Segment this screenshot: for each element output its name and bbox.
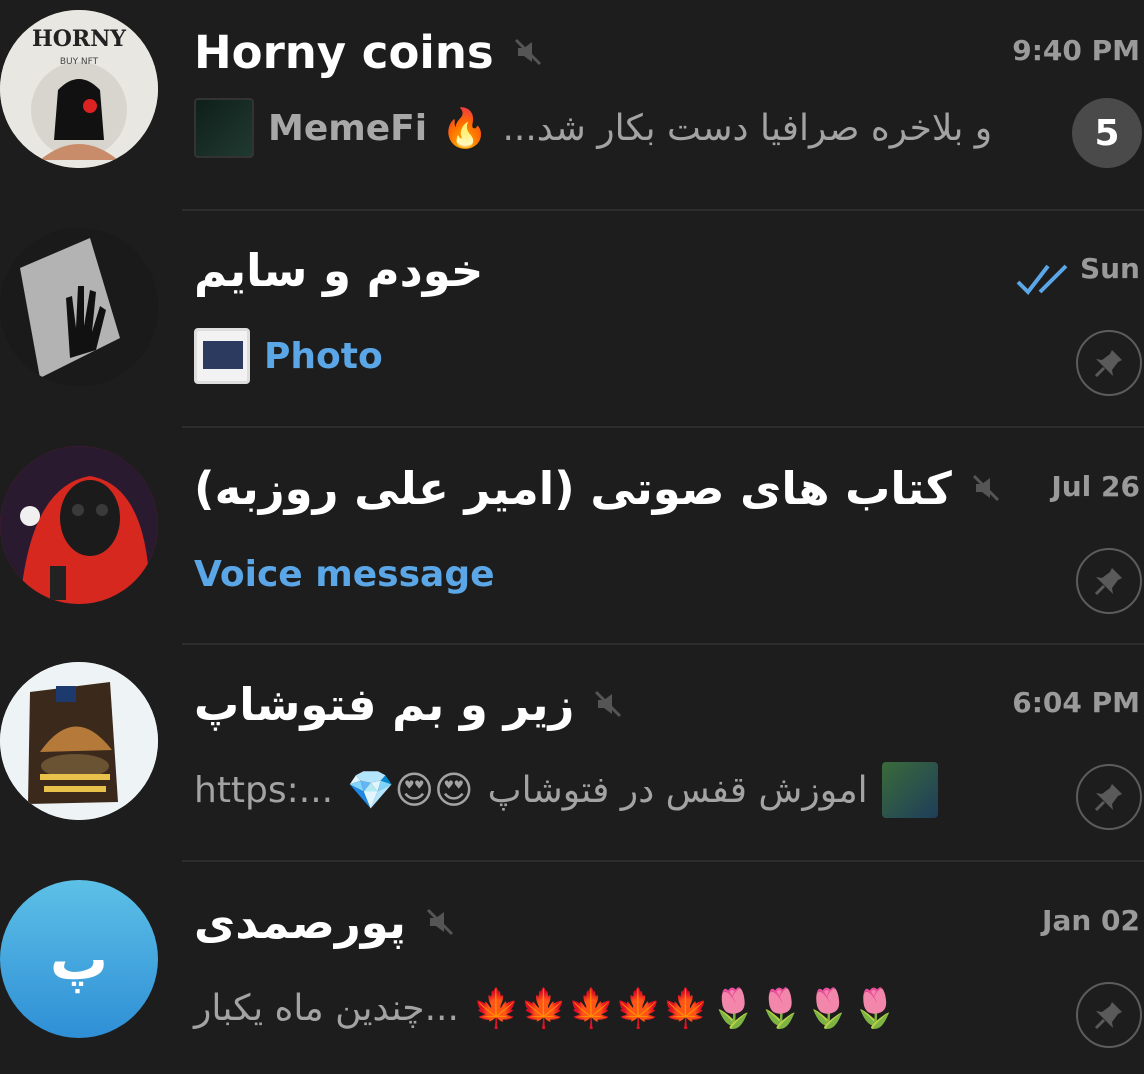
chat-row-zir-o-bam-photoshop[interactable]: زیر و بم فتوشاپ 6:04 PM https:... 💎😍😍 ام… (0, 640, 1144, 856)
fire-emoji: 🔥 (441, 105, 489, 150)
avatar (0, 446, 158, 604)
pin-button[interactable] (1076, 982, 1142, 1048)
mute-icon (514, 38, 541, 66)
preview-text: Photo (264, 335, 383, 377)
chat-title-text: زیر و بم فتوشاپ (194, 677, 575, 731)
avatar: پ (0, 880, 158, 1038)
preview-sender: MemeFi (268, 107, 428, 149)
preview-thumbnail (194, 328, 250, 384)
pin-button[interactable] (1076, 330, 1142, 396)
preview-link-text: https:... (194, 769, 334, 811)
chat-title: Horny coins (194, 22, 544, 82)
chat-time: 9:40 PM (1012, 34, 1140, 67)
chat-title-text: پورصمدی (194, 895, 406, 949)
chat-title: زیر و بم فتوشاپ (194, 674, 624, 734)
preview-text: Voice message (194, 553, 495, 595)
unread-badge: 5 (1072, 98, 1142, 168)
chat-title: کتاب های صوتی (امیر علی روزبه) (194, 458, 1002, 518)
chat-row-poursamadi[interactable]: پ پورصمدی Jan 02 چندین ماه یکبار... 🍁🍁🍁🍁… (0, 858, 1144, 1074)
chat-row-horny-coins[interactable]: HORNY BUY NFT Horny coins 9:40 PM MemeFi… (0, 0, 1144, 204)
svg-text:BUY NFT: BUY NFT (60, 57, 99, 67)
svg-text:HORNY: HORNY (32, 26, 126, 52)
chat-time: Jan 02 (1042, 904, 1140, 937)
avatar (0, 662, 158, 820)
emoji-group: 🍁🍁🍁🍁🍁🌷🌷🌷🌷 (472, 985, 899, 1030)
pin-button[interactable] (1076, 764, 1142, 830)
mute-icon (426, 908, 453, 936)
chat-preview: https:... 💎😍😍 اموزش قفس در فتوشاپ (194, 760, 938, 820)
chat-time: Jul 26 (1051, 470, 1140, 503)
chat-title: پورصمدی (194, 892, 456, 952)
pin-icon (1094, 350, 1122, 378)
preview-thumbnail (194, 98, 254, 158)
avatar (0, 228, 158, 386)
pin-button[interactable] (1076, 548, 1142, 614)
chat-time: 6:04 PM (1012, 686, 1140, 719)
chat-title: خودم و سایم (194, 240, 483, 300)
avatar-letter: پ (49, 925, 109, 993)
chat-row-khodam-o-sayam[interactable]: خودم و سایم Sun Photo (0, 206, 1144, 422)
preview-text: چندین ماه یکبار... (194, 987, 459, 1029)
chat-row-ketab-soti[interactable]: کتاب های صوتی (امیر علی روزبه) Jul 26 Vo… (0, 424, 1144, 640)
chat-preview: Voice message (194, 544, 495, 604)
chat-preview: Photo (194, 326, 383, 386)
emoji-group: 💎😍😍 (347, 767, 474, 812)
mute-icon (972, 474, 999, 502)
preview-text: اموزش قفس در فتوشاپ (487, 769, 868, 811)
chat-preview: MemeFi 🔥 ...و بلاخره صرافیا دست بکار شد (194, 98, 992, 158)
chat-title-text: خودم و سایم (194, 243, 484, 297)
chat-time: Sun (1079, 252, 1140, 285)
pin-icon (1094, 784, 1122, 812)
double-check-icon (1016, 264, 1068, 296)
chat-title-text: Horny coins (194, 25, 494, 79)
pin-icon (1094, 568, 1122, 596)
preview-text: ...و بلاخره صرافیا دست بکار شد (502, 107, 993, 149)
chat-preview: چندین ماه یکبار... 🍁🍁🍁🍁🍁🌷🌷🌷🌷 (194, 978, 899, 1038)
chat-title-text: کتاب های صوتی (امیر علی روزبه) (194, 461, 952, 515)
mute-icon (595, 690, 622, 718)
pin-icon (1094, 1002, 1122, 1030)
avatar: HORNY BUY NFT (0, 10, 158, 168)
preview-thumbnail (881, 762, 938, 818)
